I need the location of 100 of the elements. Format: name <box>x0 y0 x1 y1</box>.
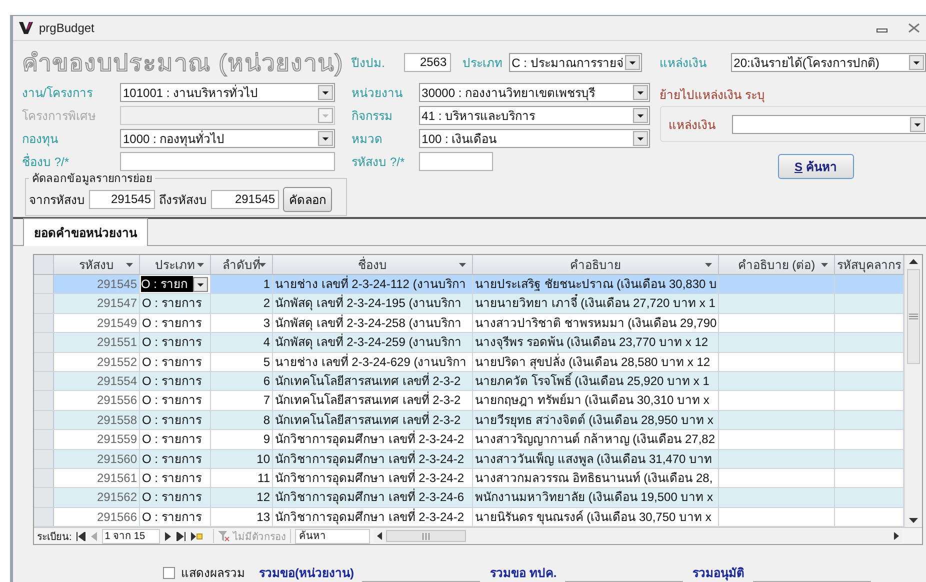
dropdown[interactable]: 100 : เงินเดือน <box>418 129 650 148</box>
table-cell: นายช่าง เลขที่ 2-3-24-112 (งานบริกา <box>273 275 473 294</box>
search-button[interactable]: S ค้นหา <box>778 154 854 179</box>
table-row[interactable]: 291559 O : รายการ 9 นักวิชาการอุดมศึกษา เลขที่ 2-3-24-2 นางสาวริญญากานต์ กล้าหาญ (เงินเดือน 27,82 <box>34 430 905 450</box>
caret-icon <box>318 108 333 123</box>
type-dropdown[interactable]: O : รายก <box>140 275 211 294</box>
row-selector[interactable] <box>34 508 54 526</box>
tab[interactable]: ยอดคำขอหน่วยงาน <box>23 218 148 246</box>
input-field[interactable] <box>120 152 335 171</box>
table-cell: 2 <box>211 294 273 313</box>
dropdown[interactable]: C : ประมาณการรายจ่ <box>508 52 642 72</box>
table-cell: 291562 <box>54 488 140 507</box>
table-row[interactable]: 291547 O : รายการ 2 นักพัสดุ เลขที่ 2-3-24-195 (งานบริกา นายนายวิทยา เภาจี๋ (เงินเดือน 27,720 บาท x 1 <box>34 294 905 314</box>
checkbox[interactable] <box>163 566 175 579</box>
table-cell: นักพัสดุ เลขที่ 2-3-24-259 (งานบริกา <box>273 333 473 352</box>
total-label: รวมขอ ทปค. <box>490 565 557 582</box>
caret-icon <box>705 263 712 267</box>
grip-icon[interactable] <box>420 532 431 540</box>
checkbox-label: แสดงผลรวม <box>181 565 245 582</box>
caret-icon <box>632 131 648 146</box>
row-selector[interactable] <box>34 488 54 507</box>
row-selector[interactable] <box>34 372 54 390</box>
table-cell: 10 <box>211 450 273 468</box>
input-field[interactable]: 291545 <box>89 190 155 209</box>
row-selector[interactable] <box>34 352 54 371</box>
group-title: ย้ายไปแหล่งเงิน ระบุ <box>660 87 766 104</box>
field-label: ชื่องบ ?/* <box>22 152 70 171</box>
row-selector[interactable] <box>34 275 54 294</box>
search-field[interactable]: ค้นหา <box>294 528 370 544</box>
table-cell: 1 <box>211 275 273 294</box>
dropdown[interactable]: 1000 : กองทุนทั่วไป <box>120 129 335 148</box>
column-header[interactable]: คำอธิบาย (ต่อ) <box>719 255 835 274</box>
dropdown[interactable]: 30000 : กองงานวิทยาเขตเพชรบุรี <box>418 83 650 102</box>
dropdown[interactable]: 41 : บริหารและบริการ <box>418 106 650 125</box>
table-row[interactable]: 291551 O : รายการ 4 นักพัสดุ เลขที่ 2-3-24-259 (งานบริกา นางจุรีพร รอดพ้น (เงินเดือน 23,770 บาท x 12 <box>34 333 905 353</box>
row-selector[interactable] <box>34 391 54 410</box>
row-selector[interactable] <box>34 450 54 468</box>
caret-icon <box>908 54 924 70</box>
table-cell: O : รายการ <box>140 450 211 468</box>
row-selector[interactable] <box>34 333 54 352</box>
column-header[interactable]: ชื่องบ <box>273 255 473 274</box>
row-selector[interactable] <box>34 294 54 313</box>
table-cell: นักเทคโนโลยีสารสนเทศ เลขที่ 2-3-2 <box>273 372 473 390</box>
caret-icon <box>318 131 333 146</box>
input-field[interactable]: 291545 <box>211 190 279 209</box>
table-cell: นักเทคโนโลยีสารสนเทศ เลขที่ 2-3-2 <box>273 391 473 410</box>
horizontal-scrollbar[interactable] <box>374 529 902 544</box>
column-header[interactable]: ประเภท <box>140 255 211 274</box>
table-cell: 9 <box>211 430 273 449</box>
select-all-corner[interactable] <box>34 255 54 274</box>
table-cell: นางจุรีพร รอดพ้น (เงินเดือน 23,770 บาท x 12 <box>473 333 719 352</box>
row-selector[interactable] <box>34 314 54 332</box>
column-header[interactable]: ลำดับที่ <box>211 255 273 274</box>
table-cell: นักวิชาการอุดมศึกษา เลขที่ 2-3-24-2 <box>273 468 473 488</box>
table-row[interactable]: 291558 O : รายการ 8 นักเทคโนโลยีสารสนเทศ เลขที่ 2-3-2 นายวีรยุทธ สว่างจิตต์ (เงินเดือน 28,950 บาท x <box>34 410 905 430</box>
input-field[interactable] <box>418 152 493 171</box>
dropdown[interactable] <box>732 114 926 134</box>
total-label: รวมขอ(หน่วยงาน) <box>259 565 354 582</box>
table-cell: นายวีรยุทธ สว่างจิตต์ (เงินเดือน 28,950 บาท x <box>473 410 719 430</box>
funnel-icon <box>218 530 230 542</box>
table-cell: O : รายการ <box>140 372 211 390</box>
first-record-icon[interactable] <box>76 532 86 541</box>
record-position-field[interactable]: 1 จาก 15 <box>102 528 160 544</box>
last-record-icon[interactable] <box>176 532 186 541</box>
grip-icon[interactable] <box>908 313 919 320</box>
table-cell: นักพัสดุ เลขที่ 2-3-24-258 (งานบริกา <box>273 314 473 332</box>
row-selector[interactable] <box>34 468 54 488</box>
table-row[interactable]: 291554 O : รายการ 6 นักเทคโนโลยีสารสนเทศ เลขที่ 2-3-2 นายภควัต โรจโพธิ์ (เงินเดือน 25,920 บาท x 1 <box>34 372 905 392</box>
table-row[interactable]: 291561 O : รายการ 11 นักวิชาการอุดมศึกษา เลขที่ 2-3-24-2 นางสาวกมลวรรณ อิทธิธนานนท์ (เงินเดือน 28, <box>34 468 905 488</box>
dropdown[interactable]: 101001 : งานบริหารทั่วไป <box>120 83 335 102</box>
caret-icon <box>318 85 333 100</box>
close-icon[interactable] <box>908 23 920 33</box>
caret-icon <box>126 263 133 267</box>
vertical-scrollbar[interactable] <box>904 255 922 528</box>
copy-button[interactable]: คัดลอก <box>283 187 332 212</box>
table-cell: O : รายการ <box>140 488 211 507</box>
field-label: หน่วยงาน <box>352 85 404 102</box>
field-label: ประเภท <box>462 54 503 72</box>
table-row[interactable]: 291562 O : รายการ 12 นักวิชาการอุดมศึกษา เลขที่ 2-3-24-6 พนักงานมหาวิทยาลัย (เงินเดือน 19,500 บาท x <box>34 488 905 508</box>
dropdown[interactable]: 20:เงินรายได้(โครงการปกติ) <box>730 52 926 72</box>
field-label: งาน/โครงการ <box>22 85 94 102</box>
column-header[interactable]: คำอธิบาย <box>473 255 719 274</box>
table-cell: 291566 <box>54 508 140 526</box>
column-header[interactable]: รหัสงบ <box>54 255 140 274</box>
table-cell: 291547 <box>54 294 140 313</box>
row-selector[interactable] <box>34 430 54 449</box>
new-record-icon[interactable] <box>190 532 203 541</box>
table-row[interactable]: 291545 O : รายก 1 นายช่าง เลขที่ 2-3-24-112 (งานบริกา นายประเสริฐ ชัยชนะปราณ (เงินเดือน 30,830 บ <box>34 275 905 294</box>
caret-icon <box>193 276 208 292</box>
table-cell: O : รายการ <box>140 468 211 488</box>
table-row[interactable]: 291549 O : รายการ 3 นักพัสดุ เลขที่ 2-3-24-258 (งานบริกา นางสาวปาริชาติ ชาพรหมมา (เงินเดือน 29,790 <box>34 314 905 334</box>
table-row[interactable]: 291560 O : รายการ 10 นักวิชาการอุดมศึกษา เลขที่ 2-3-24-2 นางสาววันเพ็ญ แสงพูล (เงินเดือน 31,470 บาท <box>34 450 905 469</box>
row-selector[interactable] <box>34 410 54 430</box>
table-row[interactable]: 291566 O : รายการ 13 นักวิชาการอุดมศึกษา เลขที่ 2-3-24-2 นายนิรันดร ขุนณรงค์ (เงินเดือน 30,750 บาท x <box>34 508 905 528</box>
table-row[interactable]: 291556 O : รายการ 7 นักเทคโนโลยีสารสนเทศ เลขที่ 2-3-2 นายกฤษฎา ทรัพย์มา (เงินเดือน 30,310 บาท x <box>34 391 905 411</box>
input-field[interactable]: 2563 <box>404 52 451 72</box>
table-cell: O : รายการ <box>140 294 211 313</box>
previous-record-icon[interactable] <box>90 532 98 541</box>
next-record-icon[interactable] <box>164 532 172 541</box>
table-row[interactable]: 291552 O : รายการ 5 นายช่าง เลขที่ 2-3-24-629 (งานบริกา นายปริดา สุขปลั่ง (เงินเดือน 28,580 บาท x 12 <box>34 352 905 372</box>
